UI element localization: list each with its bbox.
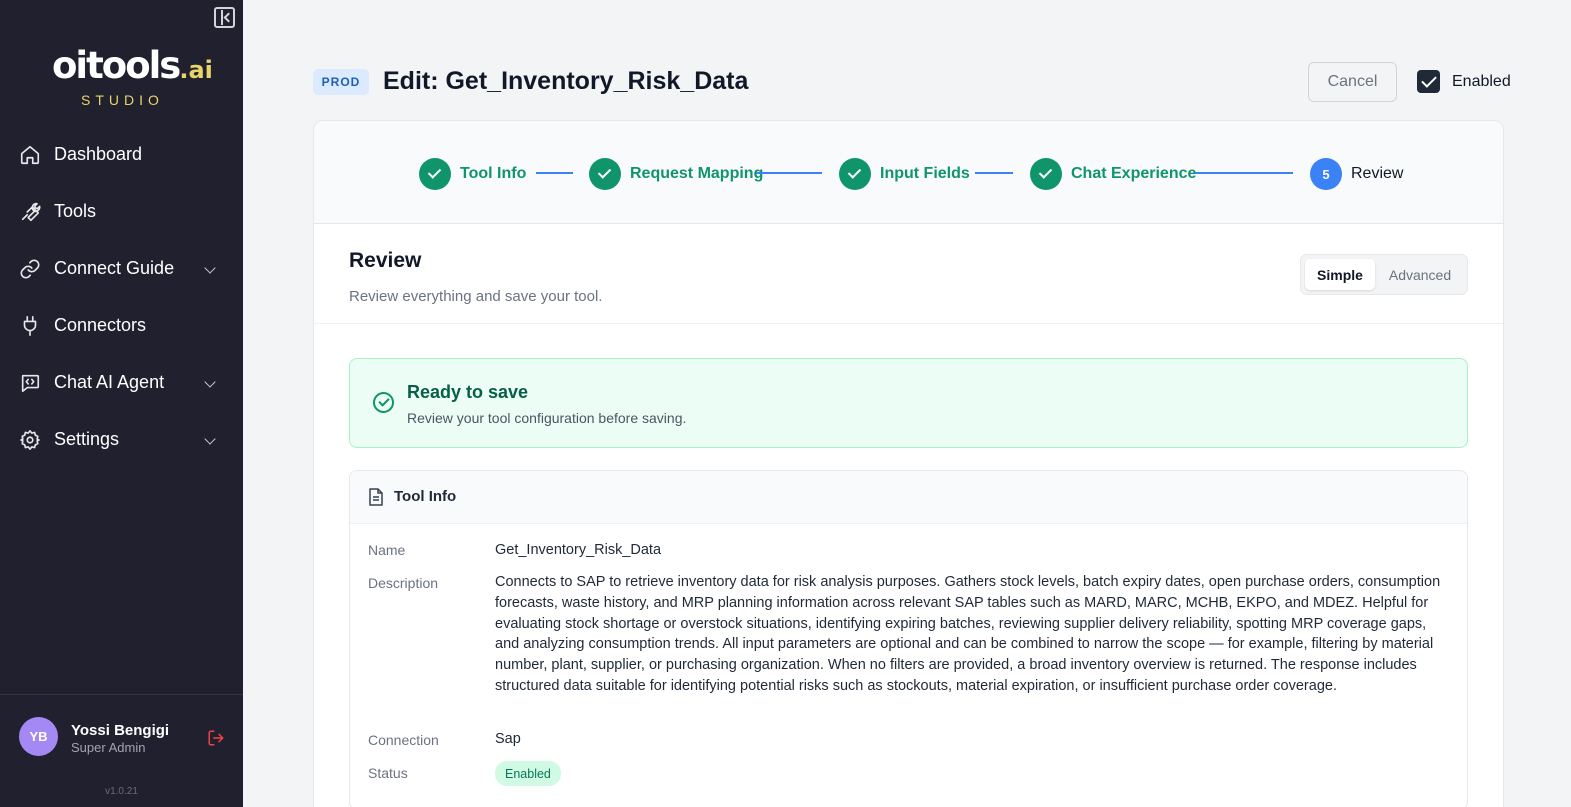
link-icon [20, 258, 40, 279]
view-mode-toggle: Simple Advanced [1300, 254, 1468, 295]
chevron-down-icon[interactable] [204, 376, 216, 388]
step-label: Request Mapping [630, 165, 764, 182]
step-label: Review [1351, 165, 1404, 182]
plug-icon [23, 315, 37, 336]
step-input-fields[interactable]: Input Fields [839, 158, 970, 190]
status-badge: Enabled [495, 761, 561, 786]
step-connector [1195, 172, 1293, 174]
gear-icon [20, 429, 40, 450]
sidebar-collapse-icon[interactable] [214, 7, 235, 28]
panel-title: Tool Info [394, 488, 457, 505]
name-label: Name [368, 542, 406, 558]
banner-title: Ready to save [407, 382, 529, 402]
tool-editor-card: Tool Info Request Mapping Input Fields C… [313, 120, 1504, 807]
banner-subtitle: Review your tool configuration before sa… [407, 410, 687, 426]
page-title: Edit: Get_Inventory_Risk_Data [383, 67, 749, 95]
sidebar: oitools.ai STUDIO Dashboard Tools Connec… [0, 0, 243, 807]
ready-to-save-banner: Ready to save Review your tool configura… [349, 358, 1468, 448]
enabled-label: Enabled [1452, 72, 1511, 90]
sidebar-item-tools[interactable]: Tools [0, 183, 243, 240]
logout-icon[interactable] [207, 729, 225, 747]
sidebar-item-label: Chat AI Agent [54, 372, 165, 392]
step-connector [756, 172, 822, 174]
avatar[interactable]: YB [19, 717, 58, 756]
connection-value: Sap [495, 731, 521, 747]
sidebar-item-label: Connectors [54, 315, 147, 335]
step-number: 5 [1310, 158, 1342, 190]
check-icon [419, 158, 451, 190]
check-circle-icon [373, 392, 394, 413]
step-connector [536, 172, 573, 174]
logo: oitools.ai STUDIO [52, 44, 213, 109]
step-connector [975, 172, 1013, 174]
section-title: Review [349, 249, 422, 272]
user-name: Yossi Bengigi [71, 722, 170, 739]
status-label: Status [368, 765, 408, 781]
user-panel: YB Yossi Bengigi Super Admin v1.0.21 [0, 694, 243, 807]
name-value: Get_Inventory_Risk_Data [495, 542, 662, 558]
step-request-mapping[interactable]: Request Mapping [589, 158, 763, 190]
sidebar-nav: Dashboard Tools Connect Guide Connectors… [0, 126, 243, 468]
description-value: Connects to SAP to retrieve inventory da… [495, 574, 1441, 694]
connection-label: Connection [368, 732, 439, 748]
check-icon [589, 158, 621, 190]
sidebar-item-chat-ai-agent[interactable]: Chat AI Agent [0, 354, 243, 411]
chevron-down-icon[interactable] [204, 433, 216, 445]
check-icon [1030, 158, 1062, 190]
environment-badge: PROD [313, 69, 369, 95]
step-label: Tool Info [460, 165, 527, 182]
sidebar-item-settings[interactable]: Settings [0, 411, 243, 468]
sidebar-item-label: Dashboard [54, 144, 143, 164]
wrench-icon [21, 202, 41, 221]
code-chat-icon [21, 374, 40, 392]
review-header: Review Review everything and save your t… [314, 224, 1503, 324]
sidebar-item-connect-guide[interactable]: Connect Guide [0, 240, 243, 297]
step-chat-experience[interactable]: Chat Experience [1030, 158, 1196, 190]
step-tool-info[interactable]: Tool Info [419, 158, 526, 190]
stepper: Tool Info Request Mapping Input Fields C… [314, 121, 1503, 224]
tool-info-panel: Tool Info Name Get_Inventory_Risk_Data D… [349, 470, 1468, 807]
step-label: Chat Experience [1071, 165, 1197, 182]
enabled-toggle[interactable]: Enabled [1417, 70, 1511, 93]
sidebar-item-connectors[interactable]: Connectors [0, 297, 243, 354]
check-icon [839, 158, 871, 190]
step-label: Input Fields [880, 165, 970, 182]
sidebar-item-label: Tools [54, 201, 97, 221]
document-icon [369, 488, 383, 506]
sidebar-item-dashboard[interactable]: Dashboard [0, 126, 243, 183]
sidebar-item-label: Connect Guide [54, 258, 175, 278]
home-icon [20, 145, 40, 164]
user-role: Super Admin [71, 740, 146, 755]
step-review[interactable]: 5 Review [1310, 158, 1403, 190]
enabled-checkbox[interactable] [1417, 70, 1440, 93]
section-subtitle: Review everything and save your tool. [349, 288, 603, 305]
description-label: Description [368, 575, 439, 591]
tool-info-header: Tool Info [350, 471, 1467, 524]
advanced-mode-button[interactable]: Advanced [1379, 259, 1461, 290]
app-version: v1.0.21 [105, 786, 138, 797]
sidebar-item-label: Settings [54, 429, 120, 449]
simple-mode-button[interactable]: Simple [1305, 259, 1375, 290]
chevron-down-icon[interactable] [204, 262, 216, 274]
cancel-button[interactable]: Cancel [1308, 62, 1397, 102]
